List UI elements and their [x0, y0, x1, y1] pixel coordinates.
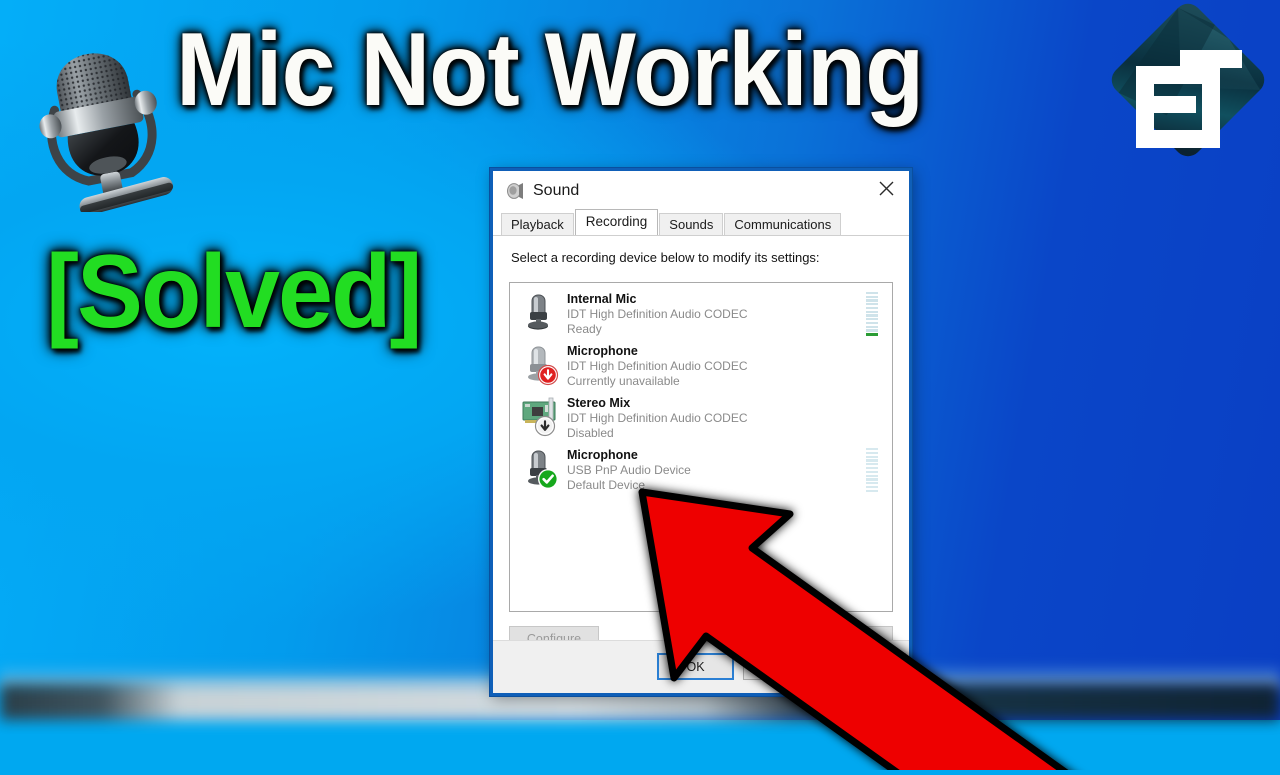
sound-dialog: Sound Playback Recording Sounds Communic… — [490, 168, 912, 696]
level-meter — [866, 344, 878, 388]
close-icon[interactable] — [863, 171, 909, 205]
ok-button[interactable]: OK — [657, 653, 734, 680]
solved-badge: [Solved] — [46, 234, 422, 350]
device-status: Default Device — [567, 478, 646, 492]
microphone-icon — [519, 342, 563, 386]
device-name: Microphone — [567, 448, 638, 462]
microphone-icon — [519, 446, 563, 490]
dialog-tabs: Playback Recording Sounds Communications — [493, 209, 909, 236]
device-status: Currently unavailable — [567, 374, 680, 388]
device-description: IDT High Definition Audio CODEC — [567, 359, 748, 373]
device-info: Microphone IDT High Definition Audio COD… — [563, 342, 866, 389]
cancel-button[interactable]: Cancel — [743, 653, 820, 680]
device-name: Internal Mic — [567, 292, 637, 306]
gray-down-arrow-badge — [534, 415, 556, 437]
device-list[interactable]: Internal Mic IDT High Definition Audio C… — [509, 282, 893, 612]
level-meter — [866, 447, 878, 492]
device-description: IDT High Definition Audio CODEC — [567, 307, 748, 321]
device-name: Microphone — [567, 344, 638, 358]
table-row[interactable]: Internal Mic IDT High Definition Audio C… — [510, 283, 892, 337]
table-row[interactable]: Stereo Mix IDT High Definition Audio COD… — [510, 387, 892, 441]
speaker-icon — [505, 181, 525, 201]
apply-button[interactable]: Apply — [829, 653, 906, 680]
pane-hint: Select a recording device below to modif… — [511, 250, 820, 265]
page-title: Mic Not Working — [176, 12, 924, 128]
green-check-badge — [538, 469, 558, 489]
device-status: Disabled — [567, 426, 614, 440]
studio-microphone-icon — [22, 16, 174, 216]
dialog-title: Sound — [533, 182, 580, 199]
red-down-arrow-badge — [537, 364, 559, 386]
device-info: Stereo Mix IDT High Definition Audio COD… — [563, 394, 866, 441]
device-name: Stereo Mix — [567, 396, 631, 410]
tab-recording[interactable]: Recording — [574, 209, 659, 235]
sound-card-icon — [519, 394, 563, 438]
recording-pane: Select a recording device below to modif… — [493, 235, 909, 693]
dialog-titlebar[interactable]: Sound — [493, 171, 909, 211]
level-meter — [866, 291, 878, 336]
tab-playback[interactable]: Playback — [501, 213, 574, 236]
table-row[interactable]: Microphone USB PnP Audio Device Default … — [510, 439, 892, 493]
table-row[interactable]: Microphone IDT High Definition Audio COD… — [510, 335, 892, 389]
level-meter — [866, 396, 878, 440]
device-info: Internal Mic IDT High Definition Audio C… — [563, 290, 866, 337]
tab-sounds[interactable]: Sounds — [659, 213, 724, 236]
dialog-footer: OK Cancel Apply — [493, 640, 909, 693]
microphone-icon — [519, 290, 563, 334]
device-info: Microphone USB PnP Audio Device Default … — [563, 446, 866, 493]
device-description: IDT High Definition Audio CODEC — [567, 411, 748, 425]
device-description: USB PnP Audio Device — [567, 463, 691, 477]
tab-communications[interactable]: Communications — [724, 213, 842, 236]
et-logo — [1108, 2, 1268, 162]
device-status: Ready — [567, 322, 602, 336]
